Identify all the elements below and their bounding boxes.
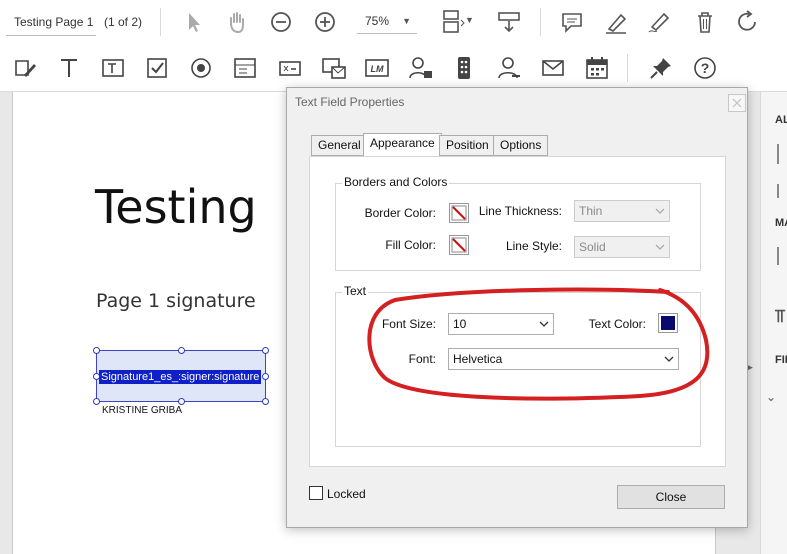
fill-color-label: Fill Color: [385, 238, 436, 252]
line-style-value: Solid [579, 240, 606, 254]
signature-field-label: Signature1_es_:signer:signature [99, 370, 262, 384]
distribute-icon[interactable] [777, 184, 787, 198]
resize-handle[interactable] [262, 398, 269, 405]
zoom-select[interactable]: 75% ▼ [357, 8, 417, 34]
text-field-icon[interactable] [100, 55, 126, 81]
document-name[interactable]: Testing Page 1 [6, 8, 96, 36]
font-value: Helvetica [453, 352, 503, 366]
checkbox-box[interactable] [309, 486, 323, 500]
font-select[interactable]: Helvetica [448, 348, 679, 370]
edit-form-icon[interactable] [12, 55, 38, 81]
toolbar-divider [160, 8, 161, 36]
dialog-close-button[interactable] [728, 94, 746, 112]
borders-and-colors-group: Borders and Colors Border Color: Fill Co… [335, 175, 701, 271]
group-caption: Text [342, 284, 369, 298]
page-count: (1 of 2) [104, 15, 143, 29]
top-toolbar: Testing Page 1 (1 of 2) 75% ▼ ▼ [0, 0, 787, 44]
resize-handle[interactable] [93, 398, 100, 405]
barcode-icon[interactable]: LM [364, 55, 390, 81]
email-icon[interactable] [540, 55, 566, 81]
chevron-down-icon [651, 201, 669, 221]
text-color-fill [661, 316, 675, 330]
text-color-label: Text Color: [588, 317, 646, 331]
field-list-icon[interactable] [452, 55, 478, 81]
group-caption: Borders and Colors [342, 175, 450, 189]
match-size-icon[interactable] [777, 247, 787, 265]
sign-icon[interactable] [646, 9, 672, 35]
comment-icon[interactable] [559, 9, 585, 35]
right-panel-heading: MA [775, 217, 787, 229]
right-panel-heading: AL [775, 114, 787, 126]
highlight-icon[interactable] [603, 9, 629, 35]
page-fit-icon[interactable] [440, 8, 466, 34]
font-size-label: Font Size: [381, 317, 436, 331]
align-icon[interactable] [777, 144, 787, 164]
chevron-down-icon: ▼ [402, 16, 411, 26]
add-recipient-icon[interactable] [408, 55, 434, 81]
svg-text:LM: LM [371, 64, 384, 74]
font-size-select[interactable]: 10 [448, 313, 554, 335]
line-thickness-value: Thin [579, 204, 603, 218]
help-icon[interactable]: ? [692, 55, 718, 81]
radio-button-icon[interactable] [188, 55, 214, 81]
delete-icon[interactable] [692, 9, 718, 35]
hand-icon[interactable] [224, 9, 250, 35]
toolbar-divider [627, 54, 628, 82]
font-size-value: 10 [453, 317, 467, 331]
resize-handle[interactable] [262, 373, 269, 380]
text-field-properties-dialog: Text Field Properties General Appearance… [286, 87, 748, 528]
locked-label: Locked [327, 487, 366, 501]
right-panel: AL MA ⫪ FIE ⌄ [760, 92, 787, 554]
document-subtitle: Page 1 signature [96, 290, 256, 312]
dropdown-icon[interactable] [277, 55, 303, 81]
image-field-icon[interactable] [321, 55, 347, 81]
line-style-select[interactable]: Solid [574, 236, 670, 258]
text-color-swatch[interactable] [658, 313, 678, 333]
resize-handle[interactable] [262, 347, 269, 354]
close-button[interactable]: Close [617, 485, 725, 509]
signer-icon[interactable] [496, 55, 522, 81]
locked-checkbox[interactable]: Locked [309, 486, 366, 501]
zoom-out-icon[interactable] [268, 9, 294, 35]
line-thickness-select[interactable]: Thin [574, 200, 670, 222]
select-arrow-icon[interactable] [181, 9, 207, 35]
chevron-down-icon[interactable]: ⌄ [766, 390, 776, 404]
signer-name: KRISTINE GRIBA [102, 405, 183, 416]
svg-text:?: ? [701, 60, 710, 76]
line-style-label: Line Style: [505, 239, 562, 253]
chevron-down-icon [535, 314, 553, 334]
form-tools-toolbar: LM ? [0, 44, 787, 92]
date-icon[interactable] [584, 55, 610, 81]
rotate-icon[interactable] [735, 9, 761, 35]
right-panel-heading: FIE [775, 354, 787, 366]
signature-form-field[interactable]: Signature1_es_:signer:signature [93, 347, 269, 405]
list-box-icon[interactable] [232, 55, 258, 81]
resize-handle[interactable] [93, 373, 100, 380]
text-group: Text Font Size: 10 Text Color: Font: Hel… [335, 284, 701, 447]
tools-icon[interactable]: ⫪ [775, 306, 785, 327]
zoom-value: 75% [365, 14, 390, 28]
chevron-down-icon [660, 349, 678, 369]
border-color-label: Border Color: [364, 206, 436, 220]
tab-general[interactable]: General [311, 135, 368, 156]
checkbox-icon[interactable] [144, 55, 170, 81]
document-title: Testing [95, 180, 257, 234]
scroll-mode-icon[interactable] [496, 9, 522, 35]
font-label: Font: [408, 352, 436, 366]
appearance-tab-panel: Borders and Colors Border Color: Fill Co… [309, 156, 726, 467]
resize-handle[interactable] [93, 347, 100, 354]
dialog-title: Text Field Properties [295, 95, 405, 109]
resize-handle[interactable] [178, 398, 185, 405]
tab-appearance[interactable]: Appearance [363, 133, 442, 157]
toolbar-divider [540, 8, 541, 36]
resize-handle[interactable] [178, 347, 185, 354]
pin-icon[interactable] [648, 55, 674, 81]
chevron-down-icon [651, 237, 669, 257]
zoom-in-icon[interactable] [312, 9, 338, 35]
line-thickness-label: Line Thickness: [478, 204, 562, 218]
text-tool-icon[interactable] [56, 55, 82, 81]
chevron-down-icon[interactable]: ▼ [465, 15, 474, 25]
tab-options[interactable]: Options [493, 135, 549, 156]
tab-position[interactable]: Position [439, 135, 496, 156]
